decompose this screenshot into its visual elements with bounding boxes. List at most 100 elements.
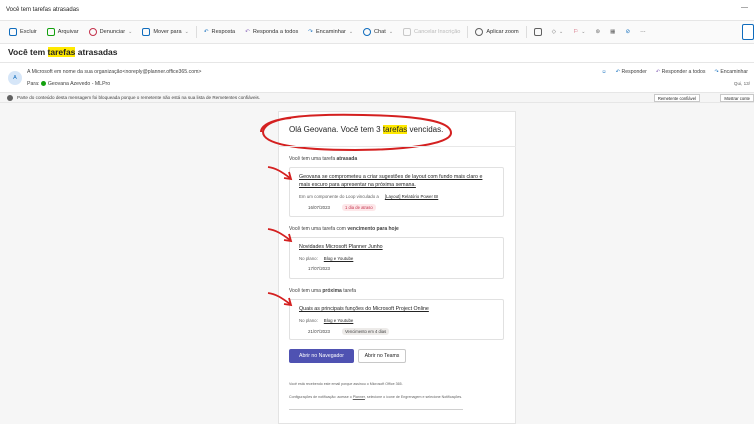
tag-button[interactable]: ◇ ⌄ [547, 29, 569, 35]
recipient-name[interactable]: Geovana Azevedo - MLPro [48, 81, 110, 87]
move-button[interactable]: Mover para ⌄ [137, 28, 194, 36]
chevron-down-icon: ⌄ [581, 29, 586, 35]
sender-address[interactable]: A Microsoft em nome da sua organização<n… [27, 69, 201, 75]
reply-action-label: Responder [621, 69, 647, 75]
subject-text: atrasadas [75, 47, 118, 57]
heading-bold: próxima [322, 288, 342, 294]
window-title: Você tem tarefas atrasadas [6, 7, 80, 13]
greeting-text: Olá Geovana. Você tem 3 [289, 125, 383, 134]
forward-action[interactable]: ↷ Encaminhar [715, 69, 748, 75]
chat-button[interactable]: Chat ⌄ [358, 28, 398, 36]
annotation-arrow [267, 292, 293, 307]
more-button[interactable]: ··· [635, 29, 651, 35]
report-icon [88, 28, 97, 36]
reply-all-label: Responda a todos [252, 29, 299, 35]
delete-button[interactable]: Excluir [4, 28, 42, 36]
task-title[interactable]: Geovana se comprometeu a criar sugestões… [299, 173, 494, 189]
toolbar-divider [467, 26, 469, 38]
archive-icon [46, 28, 55, 36]
show-content-button[interactable]: Mostrar conte [720, 94, 754, 102]
archive-button[interactable]: Arquivar [42, 28, 84, 36]
chat-icon [363, 28, 372, 36]
section-heading-overdue: Você tem uma tarefa atrasada [289, 156, 357, 162]
section-heading-upcoming: Você tem uma próxima tarefa [289, 288, 356, 294]
task-title[interactable]: Novidades Microsoft Planner Junho [299, 243, 494, 251]
zoom-button[interactable]: Aplicar zoom [470, 28, 523, 36]
avatar[interactable]: A [8, 71, 22, 85]
meta-label: No plano: [299, 318, 318, 323]
reply-button[interactable]: ↶ Resposta [199, 29, 240, 35]
chevron-down-icon: ⌄ [128, 29, 133, 35]
grid-button[interactable]: ▦ [605, 29, 620, 35]
plan-link[interactable]: [Layout] Relatório Power BI [385, 194, 438, 199]
greeting-text: vencidas. [407, 125, 444, 134]
task-card: Geovana se comprometeu a criar sugestões… [289, 167, 504, 217]
unsubscribe-button[interactable]: Cancelar Inscrição [398, 28, 465, 36]
task-title[interactable]: Quais as principais funções do Microsoft… [299, 305, 494, 313]
forward-label: Encaminhar [315, 29, 346, 35]
footer-text: , selecione o ícone de Engrenagem e sele… [364, 395, 463, 399]
banner-text: Parte do conteúdo desta mensagem foi blo… [17, 95, 261, 100]
divider [278, 146, 516, 147]
chevron-down-icon: ⌄ [559, 29, 564, 35]
forward-button[interactable]: ↷ Encaminhar ⌄ [303, 29, 358, 35]
zoom-label: Aplicar zoom [486, 29, 519, 35]
subject-text: Você tem [8, 47, 48, 57]
heading-text: Você tem uma [289, 288, 323, 294]
pin-button[interactable]: ⊚ [590, 29, 605, 35]
rules-button[interactable]: ⊘ [620, 29, 635, 35]
chevron-down-icon: ⌄ [184, 29, 189, 35]
heading-bold: vencimento para hoje [347, 226, 399, 232]
task-card: Quais as principais funções do Microsoft… [289, 299, 504, 340]
plan-link[interactable]: Blog e Youtube [324, 256, 354, 261]
divider [289, 409, 463, 410]
zoom-icon [475, 28, 484, 36]
trash-icon [9, 28, 17, 36]
pin-icon: ⊚ [595, 29, 601, 35]
ellipsis-icon: ··· [640, 29, 646, 35]
heading-bold: atrasada [336, 156, 358, 162]
email-subject: Você tem tarefas atrasadas [8, 47, 117, 57]
side-panel-toggle[interactable] [742, 24, 754, 40]
report-button[interactable]: Denunciar ⌄ [84, 28, 138, 36]
window-titlebar: Você tem tarefas atrasadas — [0, 0, 754, 20]
status-badge: 1 dia de atraso [342, 204, 376, 211]
annotation-arrow [267, 166, 293, 181]
reply-all-button[interactable]: ↶ Responda a todos [240, 29, 303, 35]
plan-link[interactable]: Blog e Youtube [324, 318, 354, 323]
reply-action[interactable]: ↶ Responder [616, 69, 647, 75]
recipient-line: Para: Geovana Azevedo - MLPro [27, 81, 110, 87]
info-icon [7, 94, 13, 101]
task-date: 21/07/2023 [308, 329, 330, 334]
envelope-icon [533, 28, 542, 36]
open-in-teams-button[interactable]: Abrir no Teams [358, 349, 406, 363]
flag-button[interactable]: ⚐ ⌄ [568, 29, 590, 35]
unsubscribe-label: Cancelar Inscrição [414, 29, 461, 35]
flag-icon: ⚐ [573, 29, 579, 35]
task-meta: Em um componente do Loop vinculado a [Lay… [299, 194, 438, 199]
reply-all-icon: ↶ [245, 29, 250, 35]
chat-label: Chat [374, 29, 386, 35]
forward-icon: ↷ [308, 29, 313, 35]
task-date: 17/07/2023 [308, 266, 330, 271]
open-in-browser-button[interactable]: Abrir no Navegador [289, 349, 354, 363]
rules-icon: ⊘ [625, 29, 631, 35]
unsubscribe-icon [403, 28, 412, 36]
archive-label: Arquivar [57, 29, 79, 35]
grid-icon: ▦ [610, 29, 616, 35]
heading-text: Você tem uma tarefa [289, 156, 337, 162]
heading-text: Você tem uma tarefa com [289, 226, 348, 232]
smiley-icon[interactable]: ☺ [601, 69, 606, 75]
move-label: Mover para [153, 29, 182, 35]
blocked-content-banner: Parte do conteúdo desta mensagem foi blo… [0, 92, 754, 103]
message-actions: ☺ ↶ Responder ↶ Responder a todos ↷ Enca… [601, 69, 748, 75]
reply-label: Resposta [211, 29, 236, 35]
envelope-button[interactable] [529, 28, 547, 36]
reply-all-action[interactable]: ↶ Responder a todos [656, 69, 706, 75]
divider [0, 62, 754, 63]
planner-link[interactable]: Planner [353, 395, 365, 399]
chevron-down-icon: ⌄ [348, 29, 354, 35]
meta-label: Em um componente do Loop vinculado a [299, 194, 379, 199]
minimize-button[interactable]: — [741, 4, 748, 11]
trusted-sender-button[interactable]: Remetente confiável [653, 94, 700, 102]
